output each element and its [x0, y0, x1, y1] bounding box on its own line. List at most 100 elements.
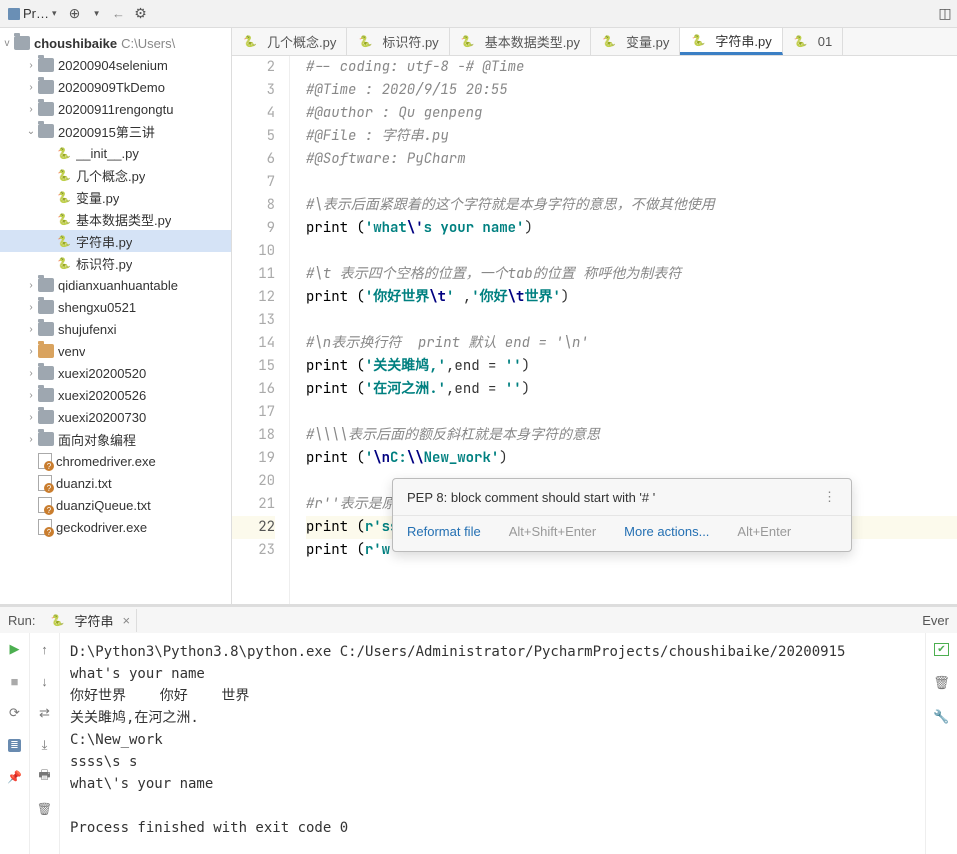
- tree-row[interactable]: ›venv: [0, 340, 231, 362]
- tree-row[interactable]: 变量.py: [0, 186, 231, 208]
- code-line[interactable]: [306, 240, 957, 263]
- tree-row[interactable]: ›xuexi20200520: [0, 362, 231, 384]
- clear-button[interactable]: [35, 799, 55, 819]
- tree-row[interactable]: › xuexi20200526: [0, 384, 231, 406]
- tree-row[interactable]: ›shujufenxi: [0, 318, 231, 340]
- tree-row[interactable]: ›20200911rengongtu: [0, 98, 231, 120]
- tree-arrow-icon[interactable]: ›: [24, 346, 38, 357]
- tree-row[interactable]: __init__.py: [0, 142, 231, 164]
- hide-icon[interactable]: [937, 6, 953, 22]
- code-line[interactable]: [306, 309, 957, 332]
- code-line[interactable]: #-- coding: utf-8 -# @Time: [306, 56, 957, 79]
- tree-arrow-icon[interactable]: ›: [24, 104, 38, 115]
- tree-label: 字符串.py: [76, 232, 132, 251]
- up-button[interactable]: [35, 639, 55, 659]
- tree-row[interactable]: geckodriver.exe: [0, 516, 231, 538]
- code-line[interactable]: print ('在河之洲.',end = ''): [306, 378, 957, 401]
- editor-tab[interactable]: 01: [783, 28, 843, 55]
- rerun-button[interactable]: ⟳: [5, 703, 25, 723]
- py-icon: [56, 190, 72, 204]
- settings-icon[interactable]: [133, 6, 149, 22]
- tree-row[interactable]: ›shengxu0521: [0, 296, 231, 318]
- tree-row[interactable]: duanziQueue.txt: [0, 494, 231, 516]
- tree-row[interactable]: 字符串.py: [0, 230, 231, 252]
- tree-arrow-icon[interactable]: ›: [24, 60, 38, 71]
- project-label: Pr…: [23, 6, 49, 21]
- tree-row[interactable]: ›qidianxuanhuantable: [0, 274, 231, 296]
- editor-tab[interactable]: 字符串.py: [680, 28, 782, 55]
- more-actions-link[interactable]: More actions...: [624, 524, 709, 539]
- code-line[interactable]: #@author : Qu genpeng: [306, 102, 957, 125]
- stop-button[interactable]: [5, 671, 25, 691]
- editor-tab[interactable]: 几个概念.py: [232, 28, 347, 55]
- code-line[interactable]: #\\\\表示后面的额反斜杠就是本身字符的意思: [306, 424, 957, 447]
- tree-row[interactable]: ›20200904selenium: [0, 54, 231, 76]
- tree-arrow-icon[interactable]: ›: [24, 368, 38, 379]
- editor-tab[interactable]: 基本数据类型.py: [450, 28, 591, 55]
- file-icon: [38, 519, 52, 535]
- project-root-row[interactable]: v choushibaike C:\Users\: [0, 32, 231, 54]
- code-line[interactable]: [306, 401, 957, 424]
- tree-row[interactable]: ›面向对象编程: [0, 428, 231, 450]
- pin-button[interactable]: [5, 767, 25, 787]
- editor-tab[interactable]: 标识符.py: [347, 28, 449, 55]
- tree-arrow-icon[interactable]: ›: [24, 280, 38, 291]
- folder-icon: [38, 300, 54, 314]
- wrench-icon[interactable]: [932, 707, 952, 727]
- softwrap-button[interactable]: [35, 703, 55, 723]
- editor-tab[interactable]: 变量.py: [591, 28, 680, 55]
- tree-row[interactable]: chromedriver.exe: [0, 450, 231, 472]
- scroll-button[interactable]: ⤓: [35, 735, 55, 755]
- code-line[interactable]: #@File : 字符串.py: [306, 125, 957, 148]
- tree-row[interactable]: ›20200909TkDemo: [0, 76, 231, 98]
- locate-icon[interactable]: [67, 6, 83, 22]
- code-line[interactable]: #\表示后面紧跟着的这个字符就是本身字符的意思，不做其他使用: [306, 194, 957, 217]
- code-line[interactable]: #\n表示换行符 print 默认 end = '\n': [306, 332, 957, 355]
- run-label: Run:: [8, 613, 35, 628]
- tree-label: xuexi20200526: [58, 388, 146, 403]
- code-line[interactable]: print ('what\'s your name'): [306, 217, 957, 240]
- trash-icon[interactable]: [932, 673, 952, 693]
- tree-arrow-icon[interactable]: ›: [24, 390, 38, 401]
- code-line[interactable]: #@Time : 2020/9/15 20:55: [306, 79, 957, 102]
- close-icon[interactable]: [118, 613, 130, 628]
- down-button[interactable]: [35, 671, 55, 691]
- tree-row[interactable]: 几个概念.py: [0, 164, 231, 186]
- expand-icon[interactable]: [89, 6, 105, 22]
- run-tools-left: ⟳: [0, 633, 30, 854]
- tree-arrow-icon[interactable]: ›: [24, 302, 38, 313]
- tree-arrow-icon[interactable]: ›: [24, 82, 38, 93]
- tree-row[interactable]: 基本数据类型.py: [0, 208, 231, 230]
- collapse-icon[interactable]: [111, 6, 127, 22]
- code-line[interactable]: #\t 表示四个空格的位置，一个tab的位置 称呼他为制表符: [306, 263, 957, 286]
- folder-icon: [38, 388, 54, 402]
- code-line[interactable]: print ('\nC:\\New_work'): [306, 447, 957, 470]
- code-line[interactable]: print ('关关雎鸠,',end = ''): [306, 355, 957, 378]
- check-icon[interactable]: [932, 639, 952, 659]
- project-root-path: C:\Users\: [121, 36, 175, 51]
- gutter: 234567891011121314151617181920212223: [232, 56, 290, 604]
- code-line[interactable]: print ('你好世界\t' ,'你好\t世界'): [306, 286, 957, 309]
- reformat-link[interactable]: Reformat file: [407, 524, 481, 539]
- tree-row[interactable]: 标识符.py: [0, 252, 231, 274]
- dump-button[interactable]: [5, 735, 25, 755]
- run-tab[interactable]: 字符串: [43, 609, 137, 632]
- tree-row[interactable]: ›xuexi20200730: [0, 406, 231, 428]
- run-header: Run: 字符串 Ever: [0, 607, 957, 633]
- tree-arrow-icon[interactable]: ⌄: [24, 126, 38, 137]
- tree-arrow-icon[interactable]: ›: [24, 412, 38, 423]
- tree-arrow-icon[interactable]: ›: [24, 434, 38, 445]
- tree-row[interactable]: duanzi.txt: [0, 472, 231, 494]
- project-dropdown[interactable]: Pr… ▾: [4, 4, 61, 23]
- project-tree[interactable]: v choushibaike C:\Users\ ›20200904seleni…: [0, 28, 231, 604]
- py-icon: [56, 168, 72, 182]
- run-button[interactable]: [5, 639, 25, 659]
- console-output[interactable]: D:\Python3\Python3.8\python.exe C:/Users…: [60, 633, 925, 854]
- print2-button[interactable]: 🖶: [35, 767, 55, 787]
- code-line[interactable]: #@Software: PyCharm: [306, 148, 957, 171]
- more-actions-shortcut: Alt+Enter: [737, 524, 791, 539]
- code-line[interactable]: [306, 171, 957, 194]
- tree-arrow-icon[interactable]: ›: [24, 324, 38, 335]
- tooltip-more-icon[interactable]: ⋮: [823, 489, 837, 505]
- tree-row[interactable]: ⌄20200915第三讲: [0, 120, 231, 142]
